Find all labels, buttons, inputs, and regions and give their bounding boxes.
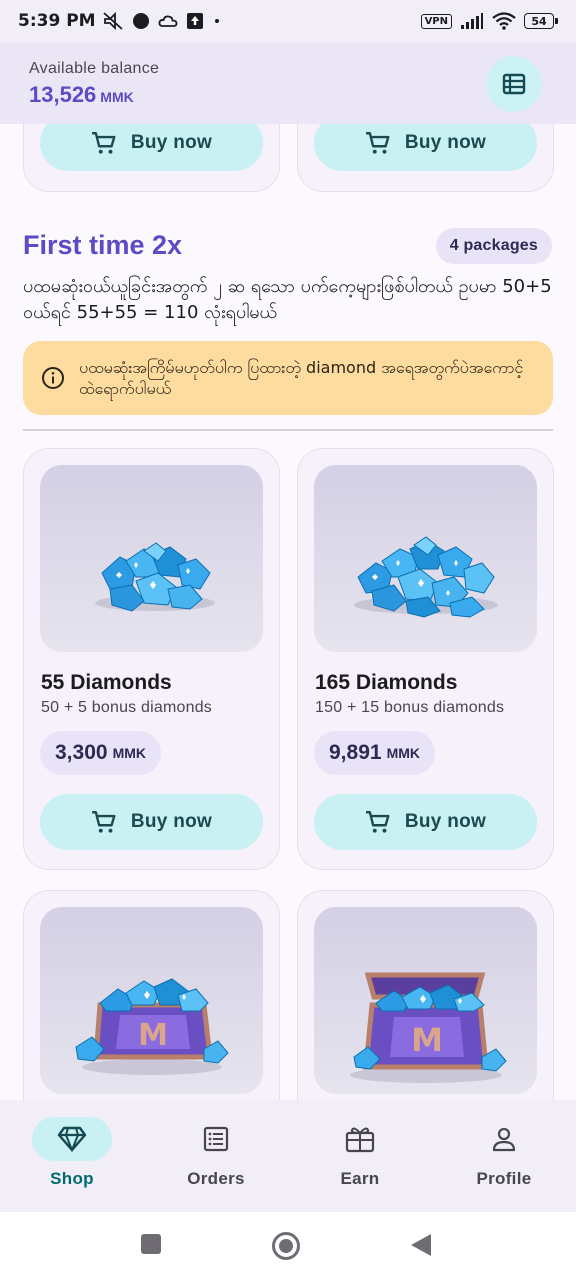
nav-shop-label: Shop	[50, 1169, 94, 1188]
shop-content[interactable]: Buy now Buy now First time 2x 4 packages…	[0, 124, 576, 1100]
section-divider	[23, 429, 553, 431]
price-value: 9,891	[329, 741, 382, 764]
recents-button[interactable]	[140, 1233, 162, 1255]
bottom-navigation: Shop Orders Earn Profile	[0, 1100, 576, 1212]
nav-orders-indicator	[176, 1117, 256, 1161]
cloud-icon	[158, 13, 178, 29]
status-time: 5:39 PM	[18, 11, 96, 31]
buy-now-label: Buy now	[404, 811, 487, 832]
price-value: 3,300	[55, 741, 108, 764]
diamond-chest-small-image: M	[40, 907, 263, 1094]
upload-icon	[186, 12, 204, 30]
more-dot-icon	[212, 16, 222, 26]
home-circle-icon	[272, 1232, 300, 1260]
price-currency: MMK	[386, 745, 420, 761]
receipt-list-icon	[502, 73, 526, 95]
cart-icon	[91, 811, 116, 833]
package-title: 165 Diamonds	[315, 671, 458, 694]
diamond-chest-large-image: M	[314, 907, 537, 1094]
order-history-button[interactable]	[486, 56, 542, 112]
package-card-partial-left: Buy now	[23, 124, 280, 192]
cart-icon	[365, 811, 390, 833]
signal-icon	[460, 12, 484, 30]
package-card-partial-right: Buy now	[297, 124, 554, 192]
diamond-pile-small-image	[40, 465, 263, 652]
price-currency: MMK	[112, 745, 146, 761]
package-card-165: 165 Diamonds 150 + 15 bonus diamonds 9,8…	[297, 448, 554, 870]
section-description: ပထမဆုံးဝယ်ယူခြင်းအတွက် ၂ ဆ ရသော ပက်ကေ့မျ…	[23, 276, 552, 323]
back-triangle-icon	[411, 1234, 431, 1256]
buy-now-label: Buy now	[130, 132, 213, 153]
balance-amount: 13,526 MMK	[29, 82, 546, 108]
battery-icon: 54	[524, 13, 558, 29]
notice-text: ပထမဆုံးအကြိမ်မဟုတ်ပါက ပြထားတဲ့ diamond အ…	[79, 358, 524, 398]
nav-earn[interactable]: Earn	[288, 1100, 432, 1212]
package-subtitle: 50 + 5 bonus diamonds	[41, 699, 212, 716]
nav-profile-indicator	[464, 1117, 544, 1161]
home-button[interactable]	[271, 1231, 301, 1261]
package-card-55: 55 Diamonds 50 + 5 bonus diamonds 3,300 M…	[23, 448, 280, 870]
person-icon	[492, 1127, 516, 1152]
section-title: First time 2x	[23, 230, 183, 260]
nav-shop[interactable]: Shop	[0, 1100, 144, 1212]
buy-now-button[interactable]: Buy now	[40, 124, 263, 171]
vpn-badge: VPN	[420, 13, 452, 29]
nav-profile-label: Profile	[476, 1169, 532, 1188]
wifi-icon	[492, 12, 516, 30]
diamond-icon	[57, 1126, 87, 1152]
balance-number: 13,526	[29, 82, 97, 107]
cart-icon	[365, 132, 390, 154]
svg-text:M: M	[411, 1021, 443, 1059]
gift-icon	[345, 1127, 375, 1153]
status-system-icons: VPN 54	[420, 12, 558, 30]
nav-orders-label: Orders	[187, 1169, 245, 1188]
dot-circle-icon	[132, 12, 150, 30]
balance-currency: MMK	[100, 89, 134, 105]
buy-now-button[interactable]: Buy now	[40, 794, 263, 850]
package-subtitle: 150 + 15 bonus diamonds	[315, 699, 505, 716]
nav-earn-indicator	[320, 1117, 400, 1161]
price-chip: 3,300 MMK	[40, 731, 161, 775]
balance-label: Available balance	[29, 60, 160, 77]
mute-icon	[102, 11, 124, 31]
buy-now-label: Buy now	[130, 811, 213, 832]
back-button[interactable]	[410, 1233, 432, 1257]
system-navigation-bar	[0, 1212, 576, 1280]
buy-now-button[interactable]: Buy now	[314, 124, 537, 171]
nav-earn-label: Earn	[340, 1169, 380, 1188]
buy-now-label: Buy now	[404, 132, 487, 153]
svg-text:M: M	[138, 1018, 168, 1053]
orders-icon	[203, 1126, 229, 1152]
status-bar: 5:39 PM VPN 54	[0, 0, 576, 42]
cart-icon	[91, 132, 116, 154]
package-card-chest-small: M	[23, 890, 280, 1100]
square-icon	[141, 1234, 161, 1254]
first-purchase-notice: ပထမဆုံးအကြိမ်မဟုတ်ပါက ပြထားတဲ့ diamond အ…	[23, 341, 553, 415]
package-count-badge: 4 packages	[435, 228, 552, 264]
nav-shop-indicator	[32, 1117, 112, 1161]
buy-now-button[interactable]: Buy now	[314, 794, 537, 850]
diamond-pile-large-image	[314, 465, 537, 652]
nav-profile[interactable]: Profile	[432, 1100, 576, 1212]
status-notification-icons	[102, 11, 222, 31]
package-title: 55 Diamonds	[41, 671, 172, 694]
balance-header: Available balance 13,526 MMK	[0, 42, 576, 124]
info-icon	[42, 367, 64, 389]
package-card-chest-large: M	[297, 890, 554, 1100]
price-chip: 9,891 MMK	[314, 731, 435, 775]
nav-orders[interactable]: Orders	[144, 1100, 288, 1212]
